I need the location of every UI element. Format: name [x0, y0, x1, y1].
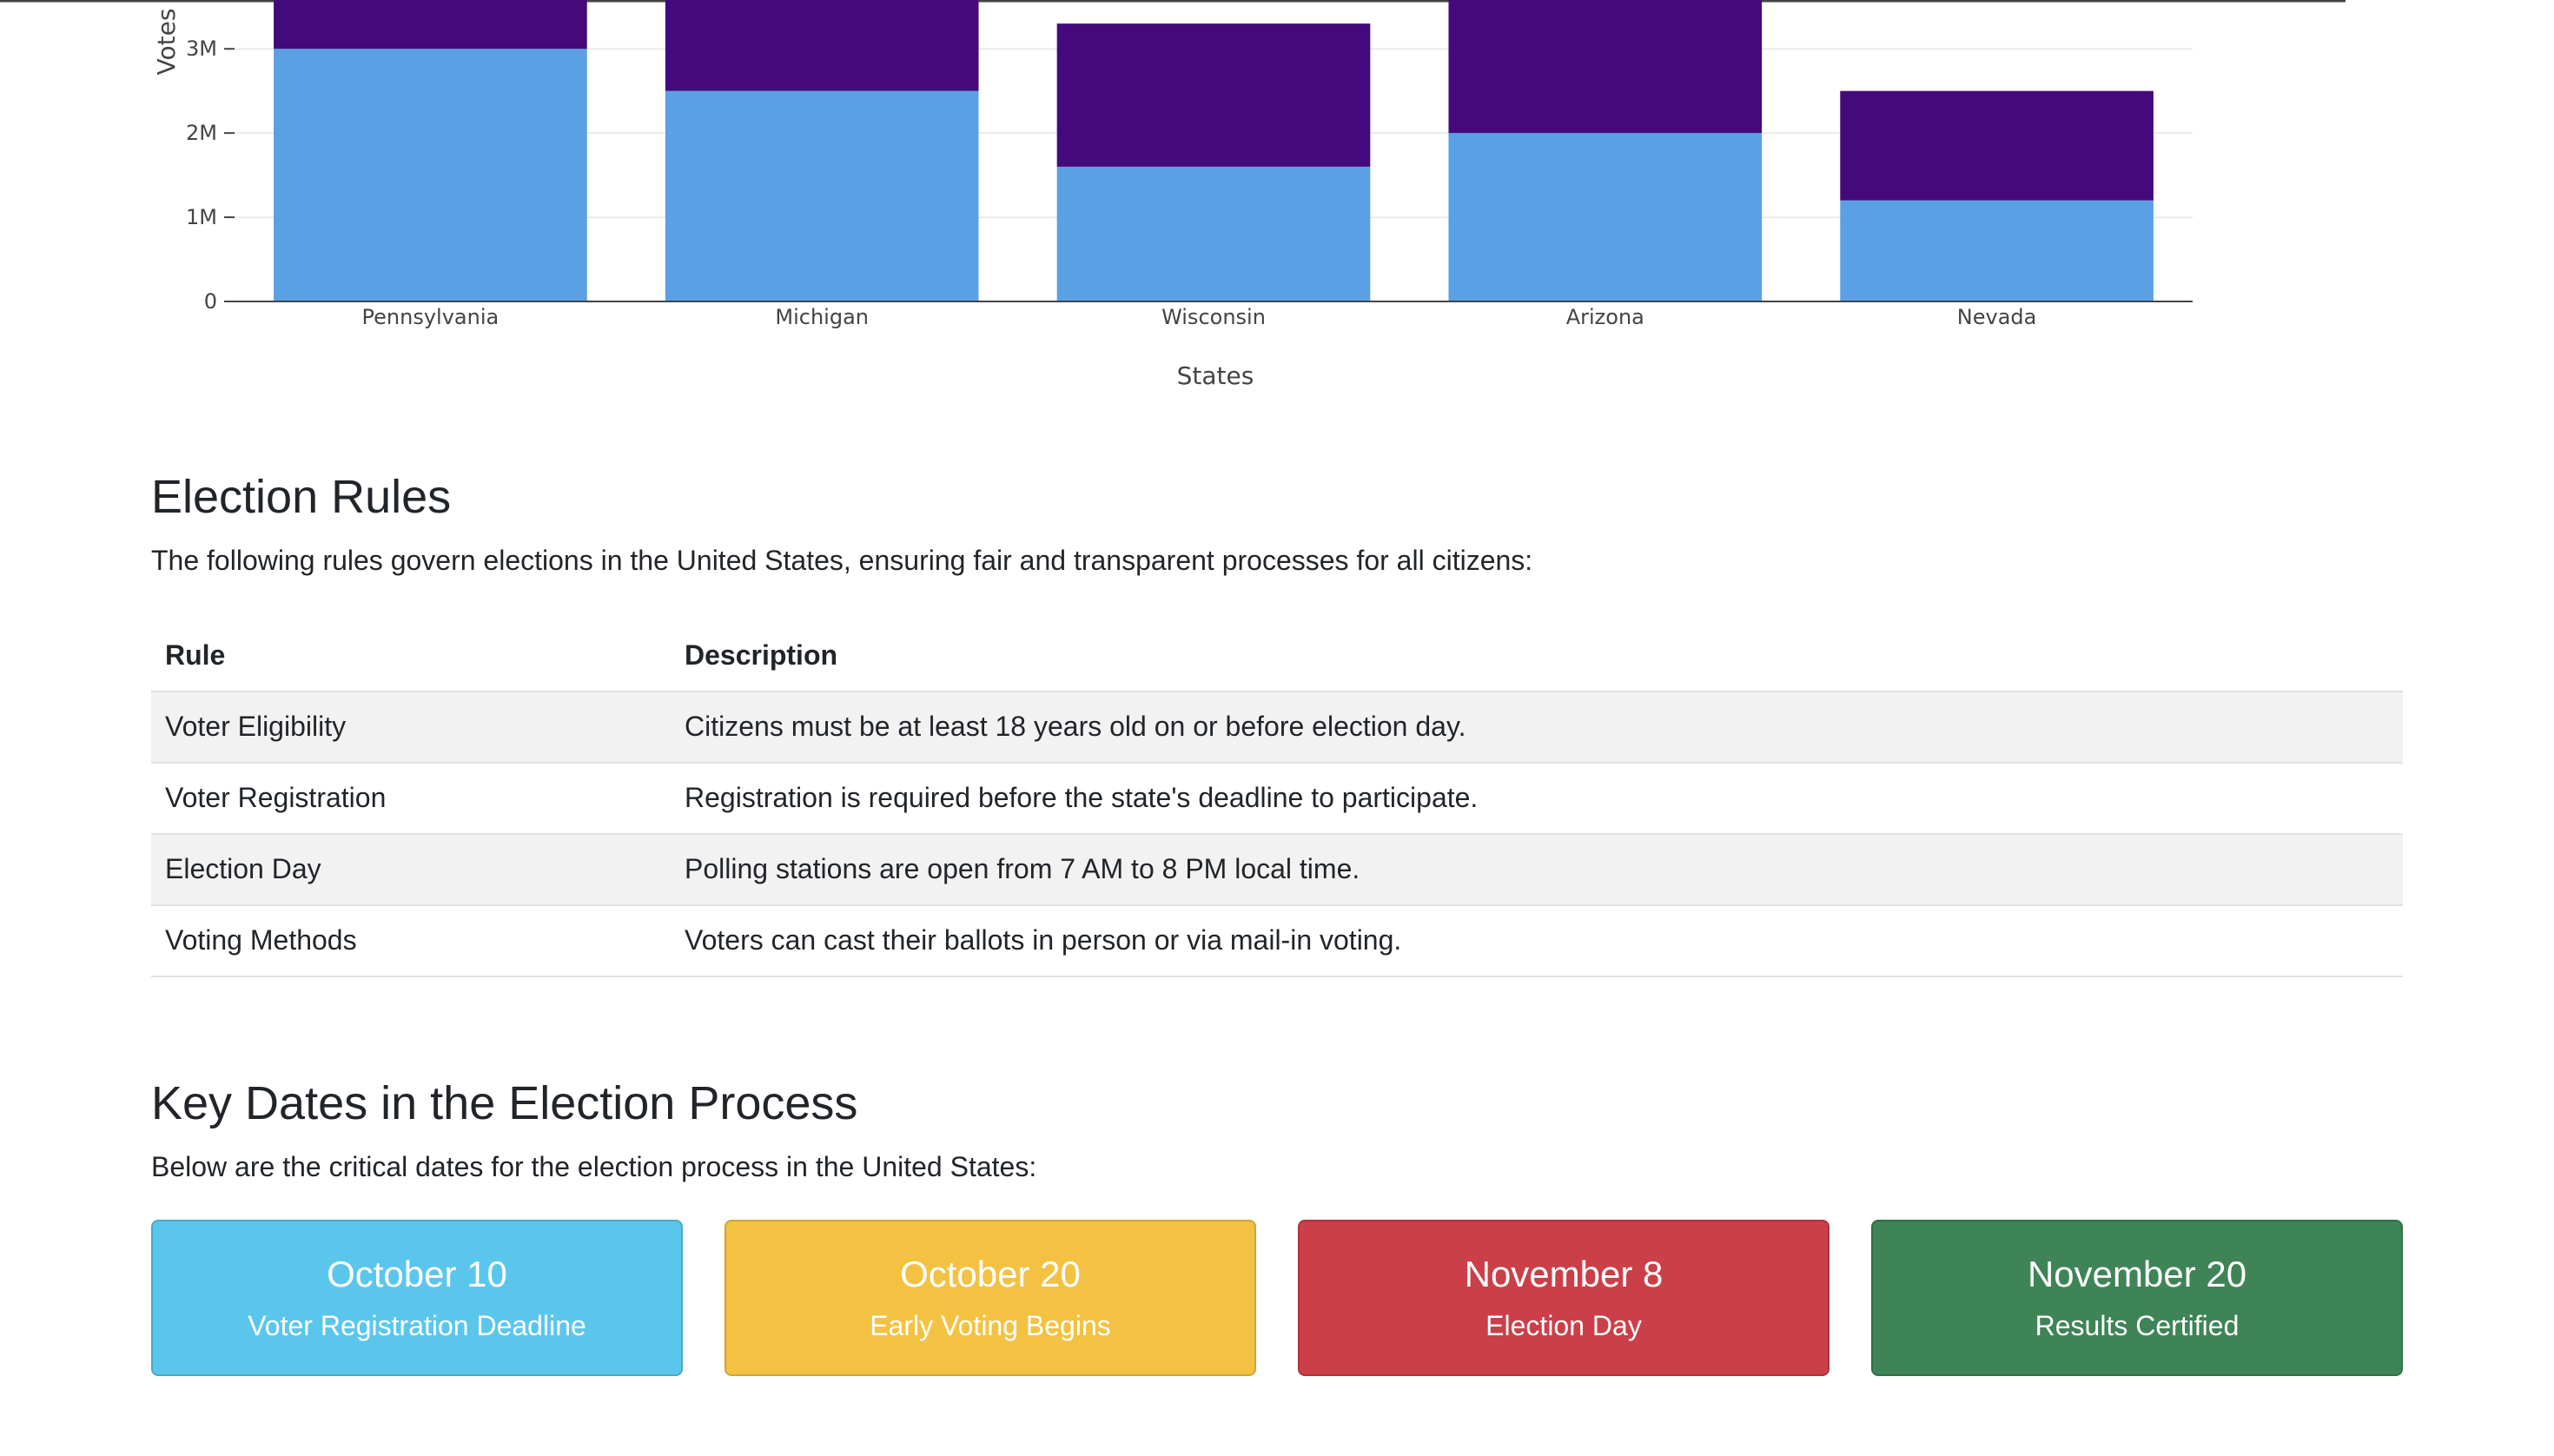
- election-rules-title: Election Rules: [151, 471, 452, 523]
- table-row: Voter Registration Registration is requi…: [151, 762, 2403, 835]
- table-row: Voter Eligibility Citizens must be at le…: [151, 691, 2403, 764]
- x-tick-label: Pennsylvania: [362, 305, 500, 329]
- x-tick-label: Wisconsin: [1161, 305, 1266, 329]
- card-label: Early Voting Begins: [870, 1309, 1111, 1341]
- rule-name: Voting Methods: [151, 904, 671, 977]
- key-dates-intro: Below are the critical dates for the ele…: [151, 1150, 1037, 1182]
- page: 0 1M 2M 3M Pennsylvania Michigan Wisconsin Ariz…: [0, 0, 2554, 1456]
- rule-description: Registration is required before the stat…: [671, 762, 2403, 835]
- header-rule: Rule: [151, 619, 671, 692]
- y-tick-label: 1M: [186, 205, 217, 229]
- y-tick-label: 0: [204, 289, 217, 314]
- bar-arizona-series-1: [1448, 133, 1763, 301]
- chart-svg: 0 1M 2M 3M Pennsylvania Michigan Wisconsin Ariz…: [0, 0, 2346, 390]
- rule-name: Election Day: [151, 833, 671, 906]
- chart-bars: [274, 0, 2154, 302]
- election-rules-intro: The following rules govern elections in …: [151, 544, 1533, 576]
- table-row: Voting Methods Voters can cast their bal…: [151, 904, 2403, 977]
- y-tick-label: 2M: [186, 121, 217, 145]
- bar-wisconsin-series-2: [1056, 23, 1371, 167]
- card-date: November 8: [1464, 1254, 1664, 1295]
- table-row: Election Day Polling stations are open f…: [151, 833, 2403, 906]
- bar-nevada-series-2: [1840, 90, 2154, 201]
- table-header-row: Rule Description: [151, 619, 2403, 692]
- card-label: Voter Registration Deadline: [248, 1309, 586, 1341]
- rule-description: Citizens must be at least 18 years old o…: [671, 691, 2403, 764]
- card-label: Results Certified: [2035, 1309, 2240, 1341]
- key-dates-section: Key Dates in the Election Process Below …: [151, 1075, 2403, 1376]
- rule-name: Voter Registration: [151, 762, 671, 835]
- key-dates-cards: October 10 Voter Registration Deadline O…: [151, 1219, 2403, 1376]
- bar-arizona-series-2: [1448, 0, 1763, 134]
- header-description: Description: [671, 619, 2403, 692]
- x-axis-title: States: [1177, 361, 1254, 390]
- election-rules-table: Rule Description Voter Eligibility Citiz…: [151, 619, 2403, 977]
- bar-michigan-series-1: [665, 90, 979, 301]
- x-tick-label: Nevada: [1957, 305, 2037, 329]
- election-rules-section: Election Rules The following rules gover…: [151, 469, 2403, 977]
- rule-description: Voters can cast their ballots in person …: [671, 904, 2403, 977]
- y-axis-title: Votes: [152, 9, 181, 76]
- date-card-results-certified: November 20 Results Certified: [1871, 1219, 2403, 1376]
- x-tick-label: Arizona: [1566, 305, 1644, 329]
- y-tick-label: 3M: [186, 36, 217, 61]
- bar-wisconsin-series-1: [1056, 166, 1371, 301]
- key-dates-title: Key Dates in the Election Process: [151, 1077, 858, 1129]
- date-card-registration-deadline: October 10 Voter Registration Deadline: [151, 1219, 683, 1376]
- bar-pennsylvania-series-2: [274, 0, 587, 50]
- bar-nevada-series-1: [1840, 200, 2154, 301]
- rule-name: Voter Eligibility: [151, 691, 671, 764]
- card-date: October 10: [327, 1254, 507, 1295]
- rule-description: Polling stations are open from 7 AM to 8…: [671, 833, 2403, 906]
- card-date: October 20: [900, 1254, 1081, 1295]
- card-date: November 20: [2027, 1254, 2247, 1295]
- bar-pennsylvania-series-1: [274, 49, 587, 302]
- x-tick-label: Michigan: [775, 305, 869, 329]
- card-label: Election Day: [1485, 1309, 1642, 1341]
- votes-chart: 0 1M 2M 3M Pennsylvania Michigan Wisconsin Ariz…: [0, 0, 2554, 408]
- date-card-election-day: November 8 Election Day: [1298, 1219, 1829, 1376]
- bar-michigan-series-2: [665, 0, 979, 91]
- date-card-early-voting: October 20 Early Voting Begins: [725, 1219, 1256, 1376]
